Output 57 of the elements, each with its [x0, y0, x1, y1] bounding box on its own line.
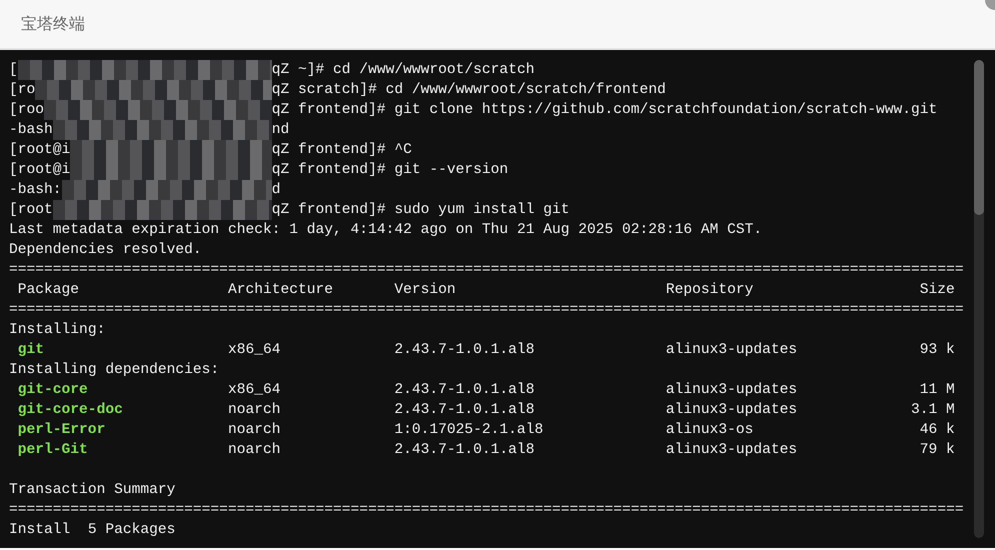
table-cell-text: alinux3-os [666, 421, 754, 440]
prompt-text: [root [9, 201, 53, 220]
terminal-line: qZ frontend]# git clone https://github.com/scratchfoundation/scratch-www.git [272, 101, 938, 120]
table-cell-text: 11 M [918, 381, 955, 400]
table-cell-text: 93 k [918, 341, 955, 360]
separator-line: ============================================================================================================= [9, 301, 965, 320]
table-cell-text: noarch [228, 401, 282, 420]
table-cell-text: alinux3-updates [666, 401, 798, 420]
terminal-line: qZ frontend]# ^C [272, 141, 412, 160]
package-name: perl-Error [16, 421, 106, 440]
scrollbar-thumb[interactable] [974, 60, 984, 215]
table-cell-text: 2.43.7-1.0.1.al8 [394, 381, 536, 400]
terminal-line: nd [272, 121, 290, 140]
terminal-line: Install 5 Packages [9, 521, 176, 540]
table-cell-text: 46 k [918, 421, 955, 440]
column-header: Version [394, 281, 457, 300]
terminal-line: Dependencies resolved. [9, 241, 203, 260]
package-name: perl-Git [16, 441, 89, 460]
terminal-line: qZ scratch]# cd /www/wwwroot/scratch/frontend [272, 81, 666, 100]
terminal-line: Installing dependencies: [9, 361, 220, 380]
table-cell-text: noarch [228, 421, 282, 440]
table-cell-text: x86_64 [228, 341, 282, 360]
column-header: Package [16, 281, 80, 300]
terminal-line: Installing: [9, 321, 106, 340]
column-header: Repository [666, 281, 754, 300]
terminal-line: Last metadata expiration check: 1 day, 4:14:42 ago on Thu 21 Aug 2025 02:28:16 AM CST. [9, 221, 764, 240]
separator-line: ============================================================================================================= [9, 501, 965, 520]
prompt-text: [ro [9, 81, 36, 100]
terminal-line: qZ frontend]# git --version [272, 161, 508, 180]
package-name: git-core-doc [16, 401, 124, 420]
terminal-line: qZ ~]# cd /www/wwwroot/scratch [272, 61, 534, 80]
window-title: 宝塔终端 [21, 14, 85, 34]
table-cell-text: noarch [228, 441, 282, 460]
terminal-line: Transaction Summary [9, 481, 176, 500]
prompt-text: [root@i [9, 161, 70, 180]
table-cell-text: 79 k [918, 441, 955, 460]
terminal-line: qZ frontend]# sudo yum install git [272, 201, 570, 220]
table-cell-text: 2.43.7-1.0.1.al8 [394, 401, 536, 420]
column-header: Architecture [228, 281, 334, 300]
terminal-line: d [272, 181, 280, 200]
table-cell-text: 1:0.17025-2.1.al8 [394, 421, 544, 440]
table-cell-text: 2.43.7-1.0.1.al8 [394, 341, 536, 360]
prompt-text: [root@i [9, 141, 70, 160]
table-cell-text: 3.1 M [910, 401, 955, 420]
table-cell-text: alinux3-updates [666, 341, 798, 360]
prompt-text: -bash [9, 121, 53, 140]
prompt-text: -bash: [9, 181, 62, 200]
prompt-text: [ [9, 61, 18, 80]
separator-line: ============================================================================================================= [9, 261, 965, 280]
table-cell-text: 2.43.7-1.0.1.al8 [394, 441, 536, 460]
package-name: git-core [16, 381, 89, 400]
prompt-text: [roo [9, 101, 44, 120]
table-cell-text: alinux3-updates [666, 441, 798, 460]
table-cell-text: alinux3-updates [666, 381, 798, 400]
package-name: git [16, 341, 46, 360]
table-cell-text: x86_64 [228, 381, 282, 400]
column-header: Size [918, 281, 955, 300]
